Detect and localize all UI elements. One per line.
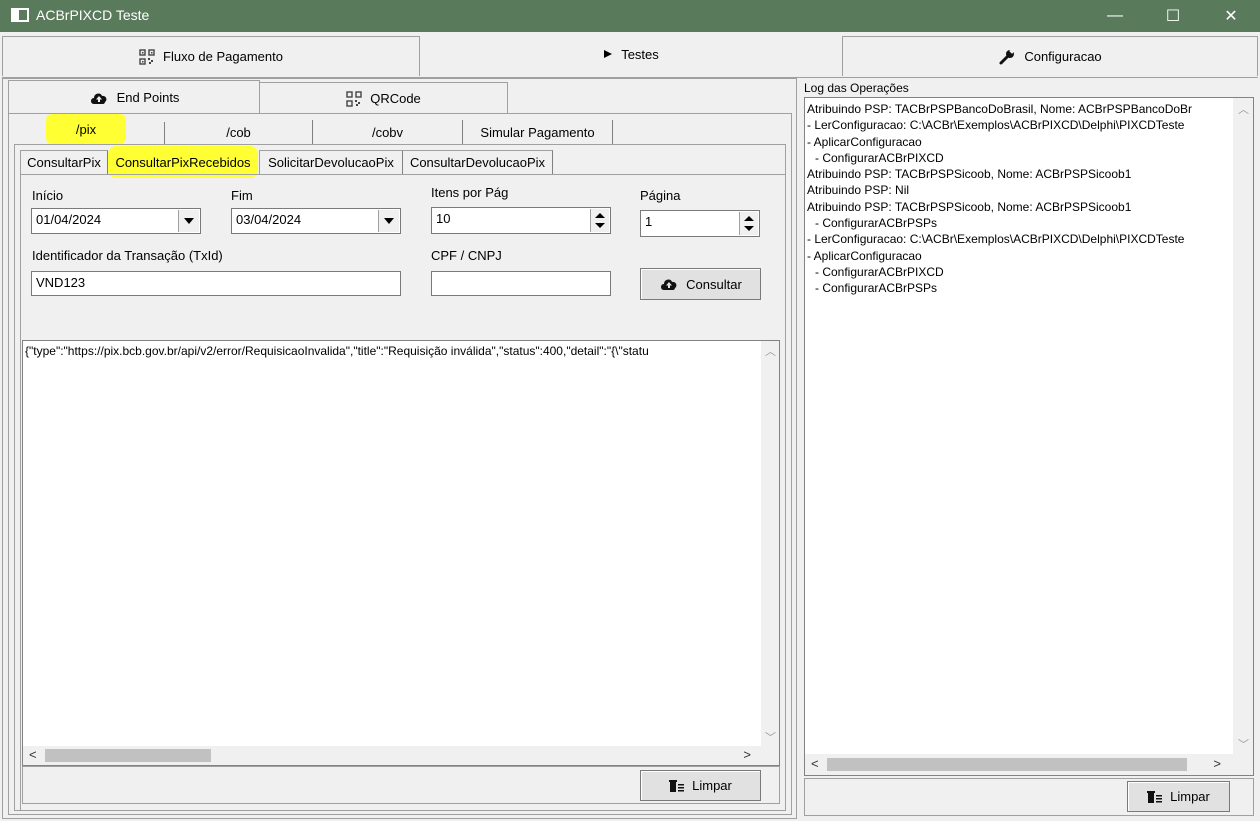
- tab-end-points[interactable]: End Points: [8, 80, 260, 114]
- itens-por-pag-spinner[interactable]: 10: [431, 207, 611, 234]
- tab-label: QRCode: [370, 91, 421, 106]
- vertical-scrollbar[interactable]: ︿ ﹀: [761, 341, 779, 747]
- scroll-left-icon[interactable]: <: [29, 747, 37, 762]
- tab-pix[interactable]: /pix: [46, 114, 126, 144]
- tab-label: Configuracao: [1024, 49, 1102, 64]
- fim-label: Fim: [231, 188, 253, 203]
- cloud-icon: [661, 279, 677, 290]
- close-button[interactable]: ✕: [1202, 0, 1260, 32]
- tab-label: /cob: [226, 124, 251, 140]
- spinner-arrows-icon[interactable]: [590, 209, 609, 232]
- cpf-cnpj-input[interactable]: [431, 271, 611, 296]
- tab-configuracao[interactable]: Configuracao: [842, 36, 1258, 76]
- response-text: {"type":"https://pix.bcb.gov.br/api/v2/e…: [25, 344, 649, 358]
- log-line: - AplicarConfiguracao: [807, 134, 922, 149]
- log-line: Atribuindo PSP: TACBrPSPSicoob, Nome: AC…: [807, 199, 1132, 214]
- txid-label: Identificador da Transação (TxId): [32, 248, 223, 263]
- fim-date-picker[interactable]: 03/04/2024: [231, 208, 401, 234]
- play-icon: [604, 50, 613, 58]
- tab-solicitar-devolucao-pix[interactable]: SolicitarDevolucaoPix: [259, 150, 403, 174]
- log-line: Atribuindo PSP: TACBrPSPBancoDoBrasil, N…: [807, 102, 1193, 116]
- tab-label: Fluxo de Pagamento: [163, 49, 283, 64]
- txid-input[interactable]: VND123: [31, 271, 401, 296]
- tab-label: End Points: [116, 90, 180, 105]
- tab-cobv[interactable]: /cobv: [313, 120, 463, 144]
- pagina-value: 1: [645, 214, 653, 229]
- cpf-cnpj-label: CPF / CNPJ: [431, 248, 502, 263]
- log-line: Atribuindo PSP: Nil: [807, 183, 910, 198]
- tab-label: /pix: [75, 121, 97, 137]
- tab-testes[interactable]: Testes: [420, 34, 842, 74]
- inicio-date-picker[interactable]: 01/04/2024: [31, 208, 201, 234]
- chevron-down-icon[interactable]: [378, 210, 399, 232]
- limpar-label: Limpar: [692, 778, 732, 793]
- log-limpar-button[interactable]: Limpar: [1127, 781, 1230, 812]
- log-line: - ConfigurarACBrPSPs: [815, 216, 938, 231]
- tab-label: Simular Pagamento: [480, 124, 595, 140]
- tab-fluxo-de-pagamento[interactable]: Fluxo de Pagamento: [2, 36, 420, 76]
- inicio-value: 01/04/2024: [36, 212, 102, 227]
- limpar-label: Limpar: [1170, 789, 1210, 804]
- tab-consultar-pix[interactable]: ConsultarPix: [20, 150, 108, 174]
- itens-value: 10: [436, 211, 451, 226]
- tab-label: ConsultarPix: [27, 155, 101, 170]
- response-memo[interactable]: {"type":"https://pix.bcb.gov.br/api/v2/e…: [22, 340, 780, 766]
- log-line: - LerConfiguracao: C:\ACBr\Exemplos\ACBr…: [807, 118, 1185, 133]
- log-lines: Atribuindo PSP: TACBrPSPBancoDoBrasil, N…: [807, 101, 1231, 297]
- clear-icon: [1147, 790, 1163, 803]
- pagina-label: Página: [640, 188, 681, 203]
- consultar-label: Consultar: [686, 276, 742, 292]
- scroll-right-icon[interactable]: >: [743, 747, 751, 762]
- scrollbar-thumb[interactable]: [827, 758, 1187, 771]
- log-line: Atribuindo PSP: TACBrPSPSicoob, Nome: AC…: [807, 167, 1132, 182]
- itens-por-pag-label: Itens por Pág: [431, 185, 509, 200]
- tab-label: Testes: [621, 46, 659, 62]
- scroll-right-icon[interactable]: >: [1213, 756, 1221, 771]
- clear-icon: [669, 779, 685, 792]
- cloud-icon: [90, 93, 107, 104]
- scroll-up-icon[interactable]: ︿: [765, 343, 776, 359]
- limpar-button[interactable]: Limpar: [640, 770, 761, 801]
- qrcode-icon: [346, 90, 362, 107]
- scrollbar-thumb[interactable]: [45, 749, 211, 762]
- tab-consultar-devolucao-pix[interactable]: ConsultarDevolucaoPix: [403, 150, 553, 174]
- pagina-spinner[interactable]: 1: [640, 210, 760, 237]
- log-memo[interactable]: Atribuindo PSP: TACBrPSPBancoDoBrasil, N…: [804, 97, 1254, 776]
- qrcode-icon: [139, 48, 155, 65]
- log-line: - LerConfiguracao: C:\ACBr\Exemplos\ACBr…: [807, 232, 1185, 247]
- log-title: Log das Operações: [804, 81, 909, 95]
- horizontal-scrollbar[interactable]: < >: [805, 754, 1253, 775]
- horizontal-scrollbar[interactable]: < >: [23, 746, 779, 765]
- tab-label: ConsultarDevolucaoPix: [409, 155, 546, 170]
- vertical-scrollbar[interactable]: ︿ ﹀: [1233, 98, 1253, 754]
- minimize-button[interactable]: —: [1086, 0, 1144, 32]
- tab-label: SolicitarDevolucaoPix: [268, 155, 394, 170]
- log-line: - ConfigurarACBrPIXCD: [815, 150, 944, 165]
- tab-label: ConsultarPixRecebidos: [115, 154, 251, 170]
- log-line: - ConfigurarACBrPIXCD: [815, 264, 944, 279]
- log-line: - AplicarConfiguracao: [807, 248, 922, 263]
- maximize-button[interactable]: ☐: [1144, 0, 1202, 32]
- title-bar[interactable]: ACBrPIXCD Teste — ☐ ✕: [0, 0, 1260, 32]
- tab-qrcode[interactable]: QRCode: [260, 82, 508, 114]
- fim-value: 03/04/2024: [236, 212, 302, 227]
- app-icon: [11, 8, 29, 22]
- scroll-down-icon[interactable]: ﹀: [1238, 736, 1249, 752]
- scroll-down-icon[interactable]: ﹀: [765, 729, 776, 745]
- window-title: ACBrPIXCD Teste: [36, 7, 150, 23]
- tab-label: /cobv: [371, 124, 404, 140]
- wrench-icon: [999, 47, 1016, 64]
- inicio-label: Início: [32, 188, 64, 203]
- spinner-arrows-icon[interactable]: [739, 212, 758, 235]
- consultar-button[interactable]: Consultar: [640, 268, 761, 300]
- scroll-up-icon[interactable]: ︿: [1238, 101, 1249, 117]
- log-line: - ConfigurarACBrPSPs: [815, 281, 938, 296]
- tab-simular-pagamento[interactable]: Simular Pagamento: [463, 120, 613, 144]
- chevron-down-icon[interactable]: [178, 210, 199, 232]
- tab-cob[interactable]: /cob: [165, 120, 313, 144]
- scroll-left-icon[interactable]: <: [811, 756, 819, 771]
